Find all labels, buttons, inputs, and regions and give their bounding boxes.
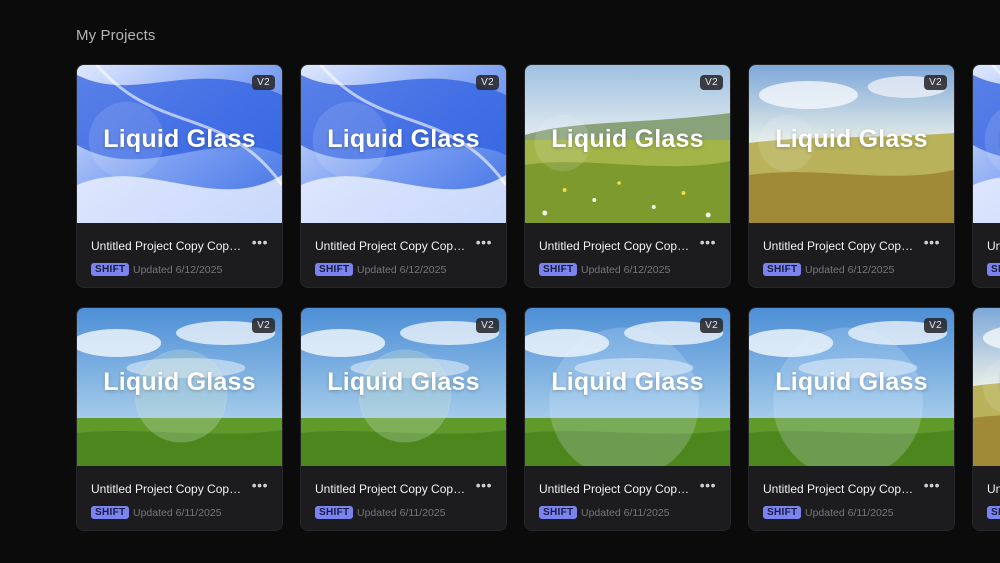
project-tag: SHIFT <box>539 263 578 276</box>
project-card[interactable]: Liquid Glass V2 Untitled Project Copy Co… <box>300 307 507 531</box>
version-badge: V2 <box>700 318 723 333</box>
project-tag: SHIFT <box>315 263 354 276</box>
more-options-icon[interactable]: ••• <box>476 477 492 493</box>
updated-date: Updated 6/12/2025 <box>805 264 895 276</box>
thumbnail-title: Liquid Glass <box>327 125 480 153</box>
project-tag: SHIFT <box>91 263 130 276</box>
more-options-icon[interactable]: ••• <box>252 234 268 250</box>
more-options-icon[interactable]: ••• <box>476 234 492 250</box>
project-tag: SHIFT <box>763 263 802 276</box>
project-tag: SHIFT <box>539 506 578 519</box>
more-options-icon[interactable]: ••• <box>700 234 716 250</box>
thumbnail-title: Liquid Glass <box>327 368 480 396</box>
updated-date: Updated 6/11/2025 <box>581 507 670 519</box>
updated-date: Updated 6/12/2025 <box>133 264 223 276</box>
project-tag: SHIFT <box>315 506 354 519</box>
more-options-icon[interactable]: ••• <box>252 477 268 493</box>
updated-date: Updated 6/12/2025 <box>357 264 447 276</box>
project-tag: SHIFT <box>987 506 1000 519</box>
thumbnail-title: Liquid Glass <box>551 125 704 153</box>
updated-date: Updated 6/11/2025 <box>357 507 446 519</box>
project-name[interactable]: Untitled Project Copy Copy Copy <box>91 482 246 496</box>
project-tag: SHIFT <box>91 506 130 519</box>
project-thumbnail[interactable]: Liquid Glass V2 <box>301 308 506 466</box>
project-card[interactable]: Liquid Glass V2 Untitled Project Copy Co… <box>76 64 283 288</box>
thumbnail-title: Liquid Glass <box>973 368 1000 397</box>
version-badge: V2 <box>252 318 275 333</box>
project-name[interactable]: Untitled Project Copy Copy Copy <box>539 239 694 253</box>
project-thumbnail[interactable]: Liquid Glass V2 <box>525 308 730 466</box>
more-options-icon[interactable]: ••• <box>924 477 940 493</box>
thumbnail-title: Liquid Glass <box>973 125 1000 154</box>
project-card[interactable]: Liquid Glass V2 Untitled Project Copy Co… <box>748 307 955 531</box>
project-tag: SHIFT <box>763 506 802 519</box>
project-tag: SHIFT <box>987 263 1000 276</box>
updated-date: Updated 6/11/2025 <box>133 507 222 519</box>
project-card[interactable]: Liquid Glass V2 Untitled Project Copy Co… <box>76 307 283 531</box>
version-badge: V2 <box>700 75 723 90</box>
project-name[interactable]: Untitled Project Copy Copy Copy <box>91 239 246 253</box>
section-title: My Projects <box>76 27 156 44</box>
project-card[interactable]: Liquid Glass V2 Untitled Project Copy Co… <box>300 64 507 288</box>
updated-date: Updated 6/11/2025 <box>805 507 894 519</box>
project-card[interactable]: Liquid Glass V2 Untitled Project Copy Co… <box>524 64 731 288</box>
thumbnail-title: Liquid Glass <box>551 368 704 396</box>
project-name[interactable]: Untitled Project Copy Copy Copy <box>315 239 470 253</box>
project-thumbnail[interactable]: Liquid Glass V2 <box>973 65 1000 223</box>
project-thumbnail[interactable]: Liquid Glass V2 <box>749 308 954 466</box>
project-grid: Liquid Glass V2 Untitled Project Copy Co… <box>76 64 1000 534</box>
project-thumbnail[interactable]: Liquid Glass V2 <box>973 308 1000 466</box>
more-options-icon[interactable]: ••• <box>924 234 940 250</box>
thumbnail-title: Liquid Glass <box>775 368 928 396</box>
version-badge: V2 <box>924 318 947 333</box>
version-badge: V2 <box>476 318 499 333</box>
project-name[interactable]: Untitled Project Copy Copy Copy <box>987 239 1000 253</box>
project-card[interactable]: Liquid Glass V2 Untitled Project Copy Co… <box>524 307 731 531</box>
project-name[interactable]: Untitled Project Copy Copy Copy <box>763 239 918 253</box>
thumbnail-title: Liquid Glass <box>775 125 928 153</box>
project-thumbnail[interactable]: Liquid Glass V2 <box>301 65 506 223</box>
project-thumbnail[interactable]: Liquid Glass V2 <box>77 65 282 223</box>
project-name[interactable]: Untitled Project Copy Copy Copy <box>315 482 470 496</box>
project-thumbnail[interactable]: Liquid Glass V2 <box>525 65 730 223</box>
updated-date: Updated 6/12/2025 <box>581 264 671 276</box>
project-name[interactable]: Untitled Project Copy Copy Copy <box>987 482 1000 496</box>
version-badge: V2 <box>252 75 275 90</box>
project-thumbnail[interactable]: Liquid Glass V2 <box>77 308 282 466</box>
version-badge: V2 <box>924 75 947 90</box>
thumbnail-title: Liquid Glass <box>103 125 256 153</box>
project-card[interactable]: Liquid Glass V2 Untitled Project Copy Co… <box>748 64 955 288</box>
project-thumbnail[interactable]: Liquid Glass V2 <box>749 65 954 223</box>
thumbnail-title: Liquid Glass <box>103 368 256 396</box>
more-options-icon[interactable]: ••• <box>700 477 716 493</box>
project-card[interactable]: Liquid Glass V2 Untitled Project Copy Co… <box>972 64 1000 288</box>
project-name[interactable]: Untitled Project Copy Copy Copy <box>539 482 694 496</box>
project-name[interactable]: Untitled Project Copy Copy Copy <box>763 482 918 496</box>
version-badge: V2 <box>476 75 499 90</box>
project-card[interactable]: Liquid Glass V2 Untitled Project Copy Co… <box>972 307 1000 531</box>
